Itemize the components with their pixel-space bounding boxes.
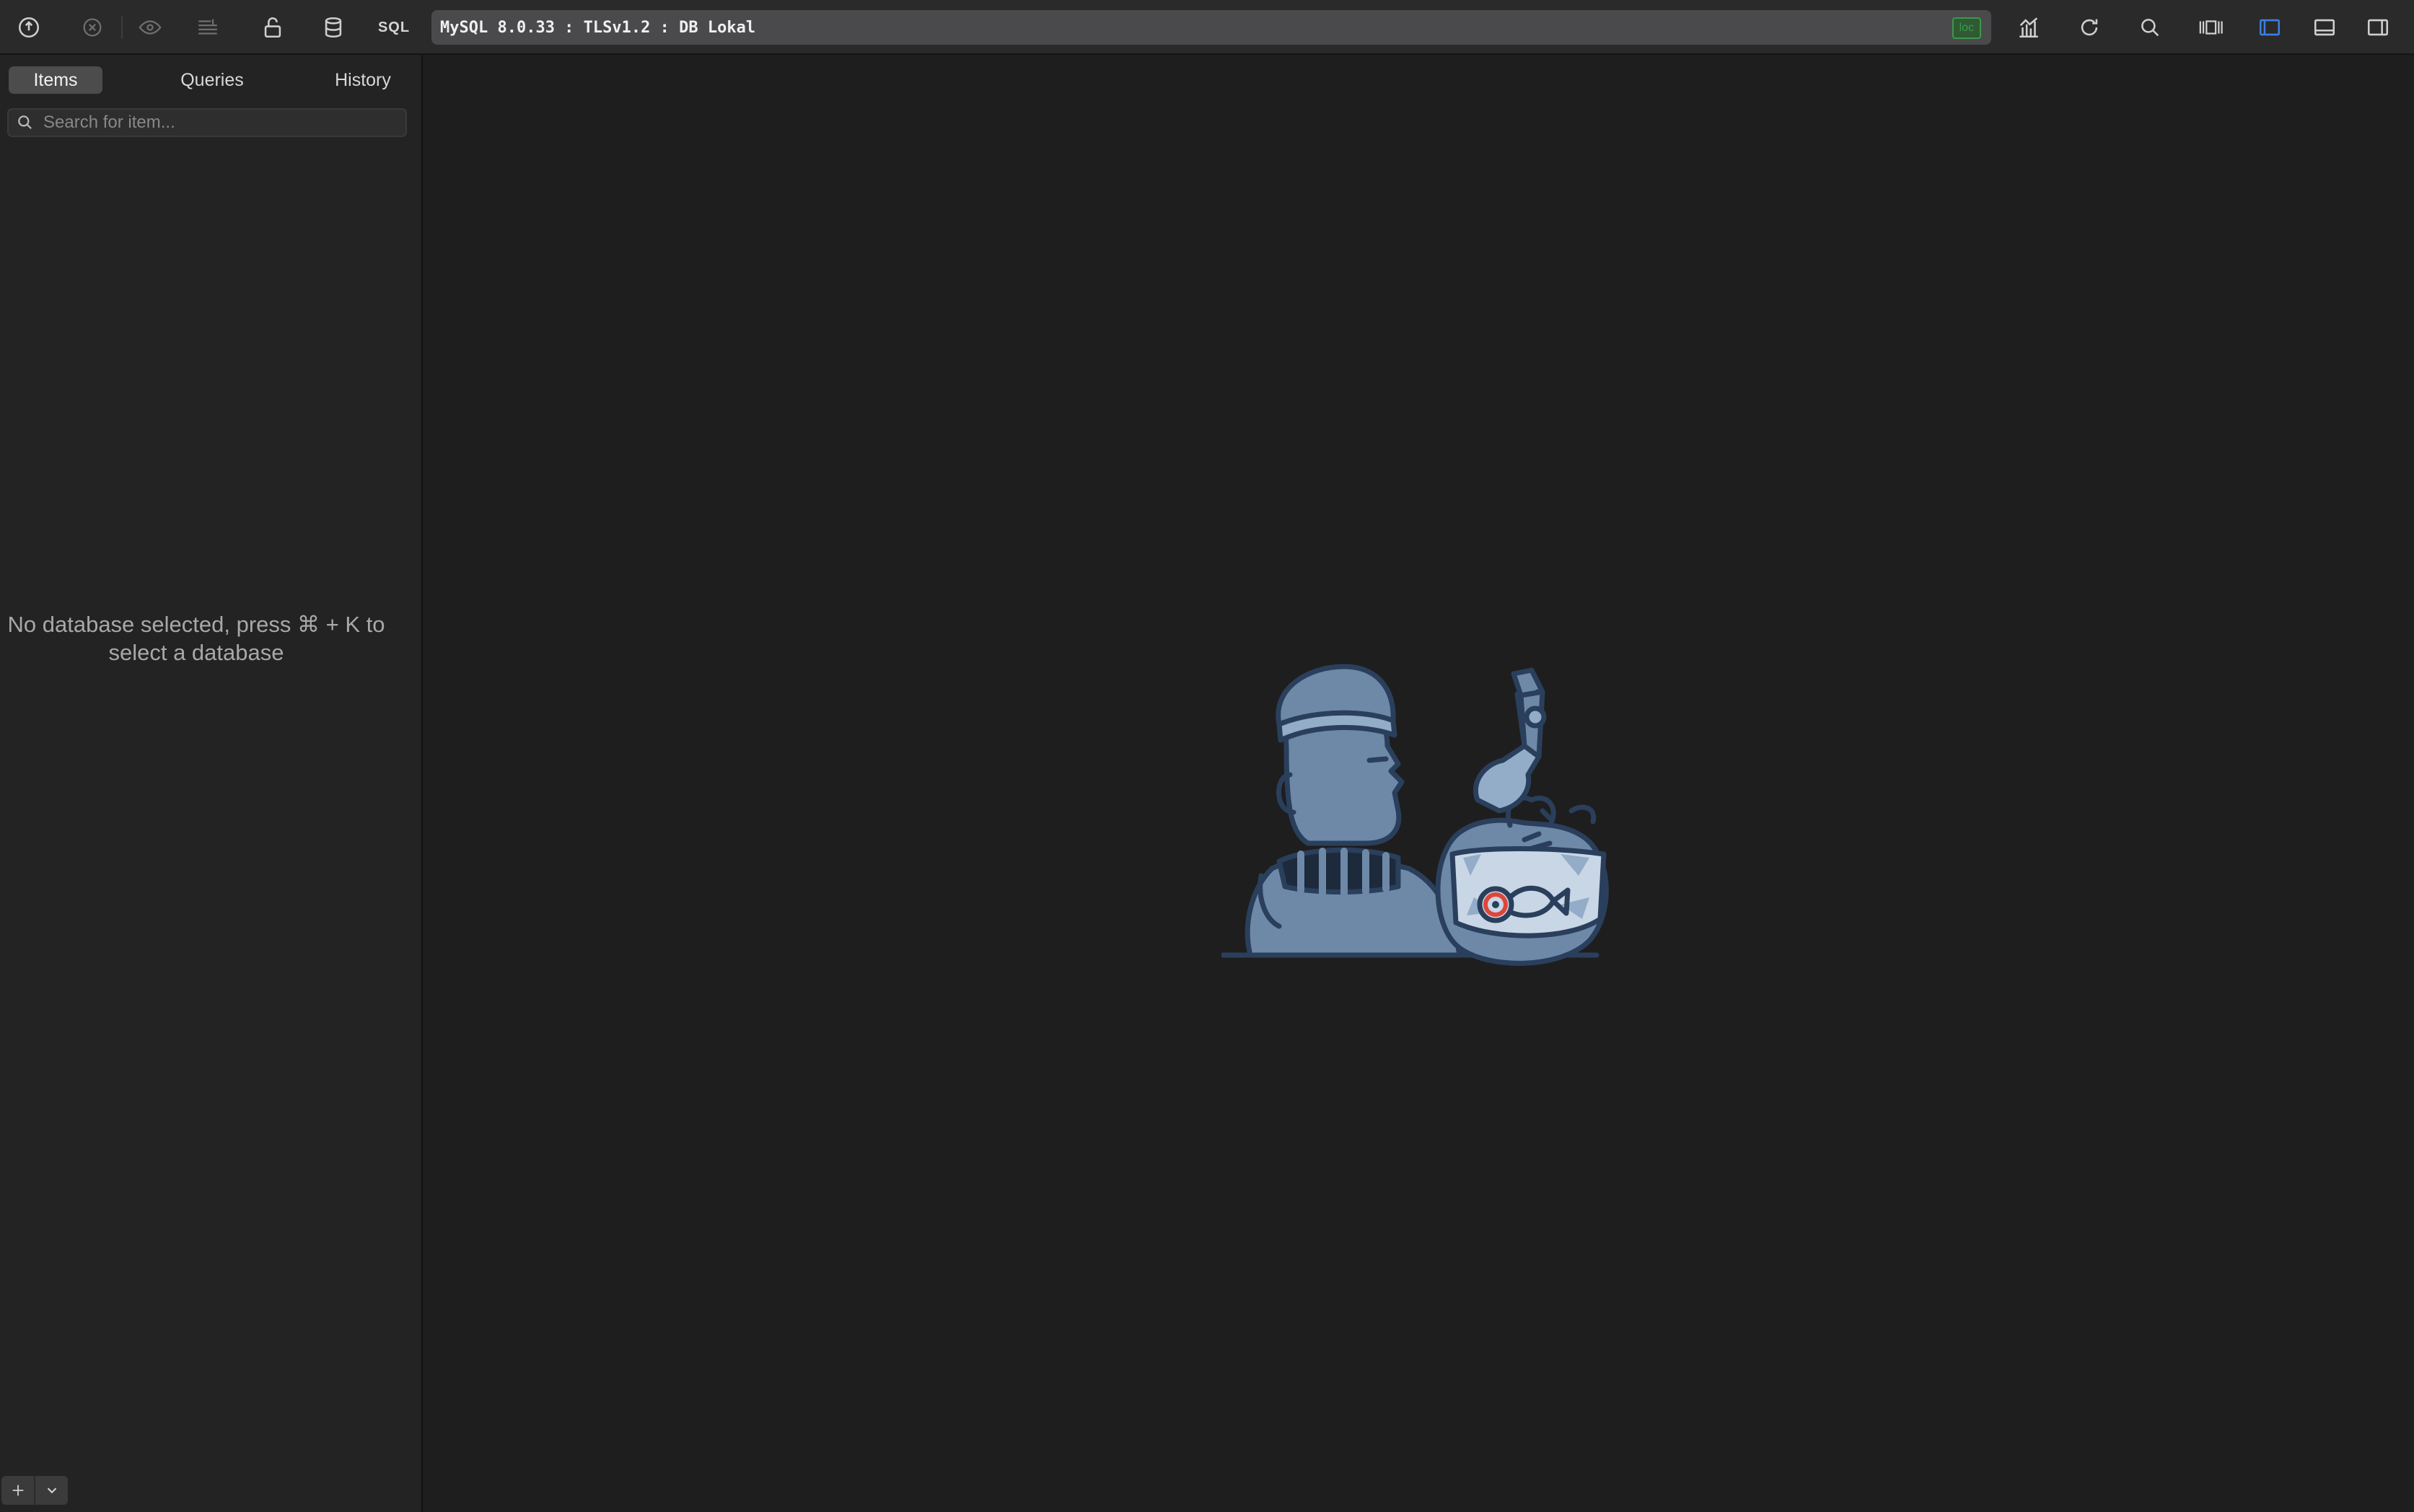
- eye-icon[interactable]: [130, 9, 170, 46]
- toggle-columns-icon[interactable]: [2190, 9, 2231, 46]
- sql-label: SQL: [377, 19, 411, 35]
- sidebar-tabs: Items Queries History: [7, 66, 408, 95]
- dropdown-button[interactable]: [34, 1476, 68, 1505]
- toolbar-divider: [121, 16, 123, 39]
- bottom-panel-icon[interactable]: [2304, 9, 2345, 46]
- chart-icon[interactable]: [2009, 9, 2049, 46]
- search-icon: [18, 115, 32, 129]
- sql-button[interactable]: SQL: [374, 9, 414, 46]
- connection-icon[interactable]: [9, 9, 49, 46]
- refresh-icon[interactable]: [2069, 9, 2110, 46]
- sidebar-bottom-controls: [1, 1476, 68, 1505]
- database-icon[interactable]: [313, 9, 354, 46]
- plus-icon: [12, 1485, 23, 1496]
- filter-list-icon[interactable]: [188, 9, 228, 46]
- search-icon[interactable]: [2130, 9, 2170, 46]
- close-icon[interactable]: [72, 9, 113, 46]
- sidebar: Items Queries History No database select…: [0, 55, 423, 1512]
- tab-queries-label: Queries: [180, 70, 244, 90]
- search-field[interactable]: [7, 108, 407, 137]
- connection-text: MySQL 8.0.33 : TLSv1.2 : DB Lokal: [440, 18, 756, 37]
- lock-icon[interactable]: [253, 9, 293, 46]
- right-panel-icon[interactable]: [2358, 9, 2398, 46]
- empty-state-illustration: [1221, 664, 1609, 966]
- add-button[interactable]: [1, 1476, 34, 1505]
- tab-items-label: Items: [33, 70, 78, 90]
- tab-items[interactable]: Items: [9, 66, 102, 94]
- tab-queries[interactable]: Queries: [159, 66, 265, 94]
- tab-history[interactable]: History: [309, 66, 417, 94]
- left-panel-icon[interactable]: [2250, 9, 2290, 46]
- no-database-message: No database selected, press ⌘ + K to sel…: [7, 612, 385, 665]
- search-input[interactable]: [42, 112, 391, 133]
- main-content: [424, 55, 2414, 1512]
- top-toolbar: SQL MySQL 8.0.33 : TLSv1.2 : DB Lokal lo…: [0, 0, 2414, 55]
- environment-tag: loc: [1952, 17, 1981, 39]
- tab-history-label: History: [335, 70, 391, 90]
- chevron-down-icon: [47, 1487, 56, 1494]
- connection-status-bar[interactable]: MySQL 8.0.33 : TLSv1.2 : DB Lokal loc: [431, 10, 1991, 45]
